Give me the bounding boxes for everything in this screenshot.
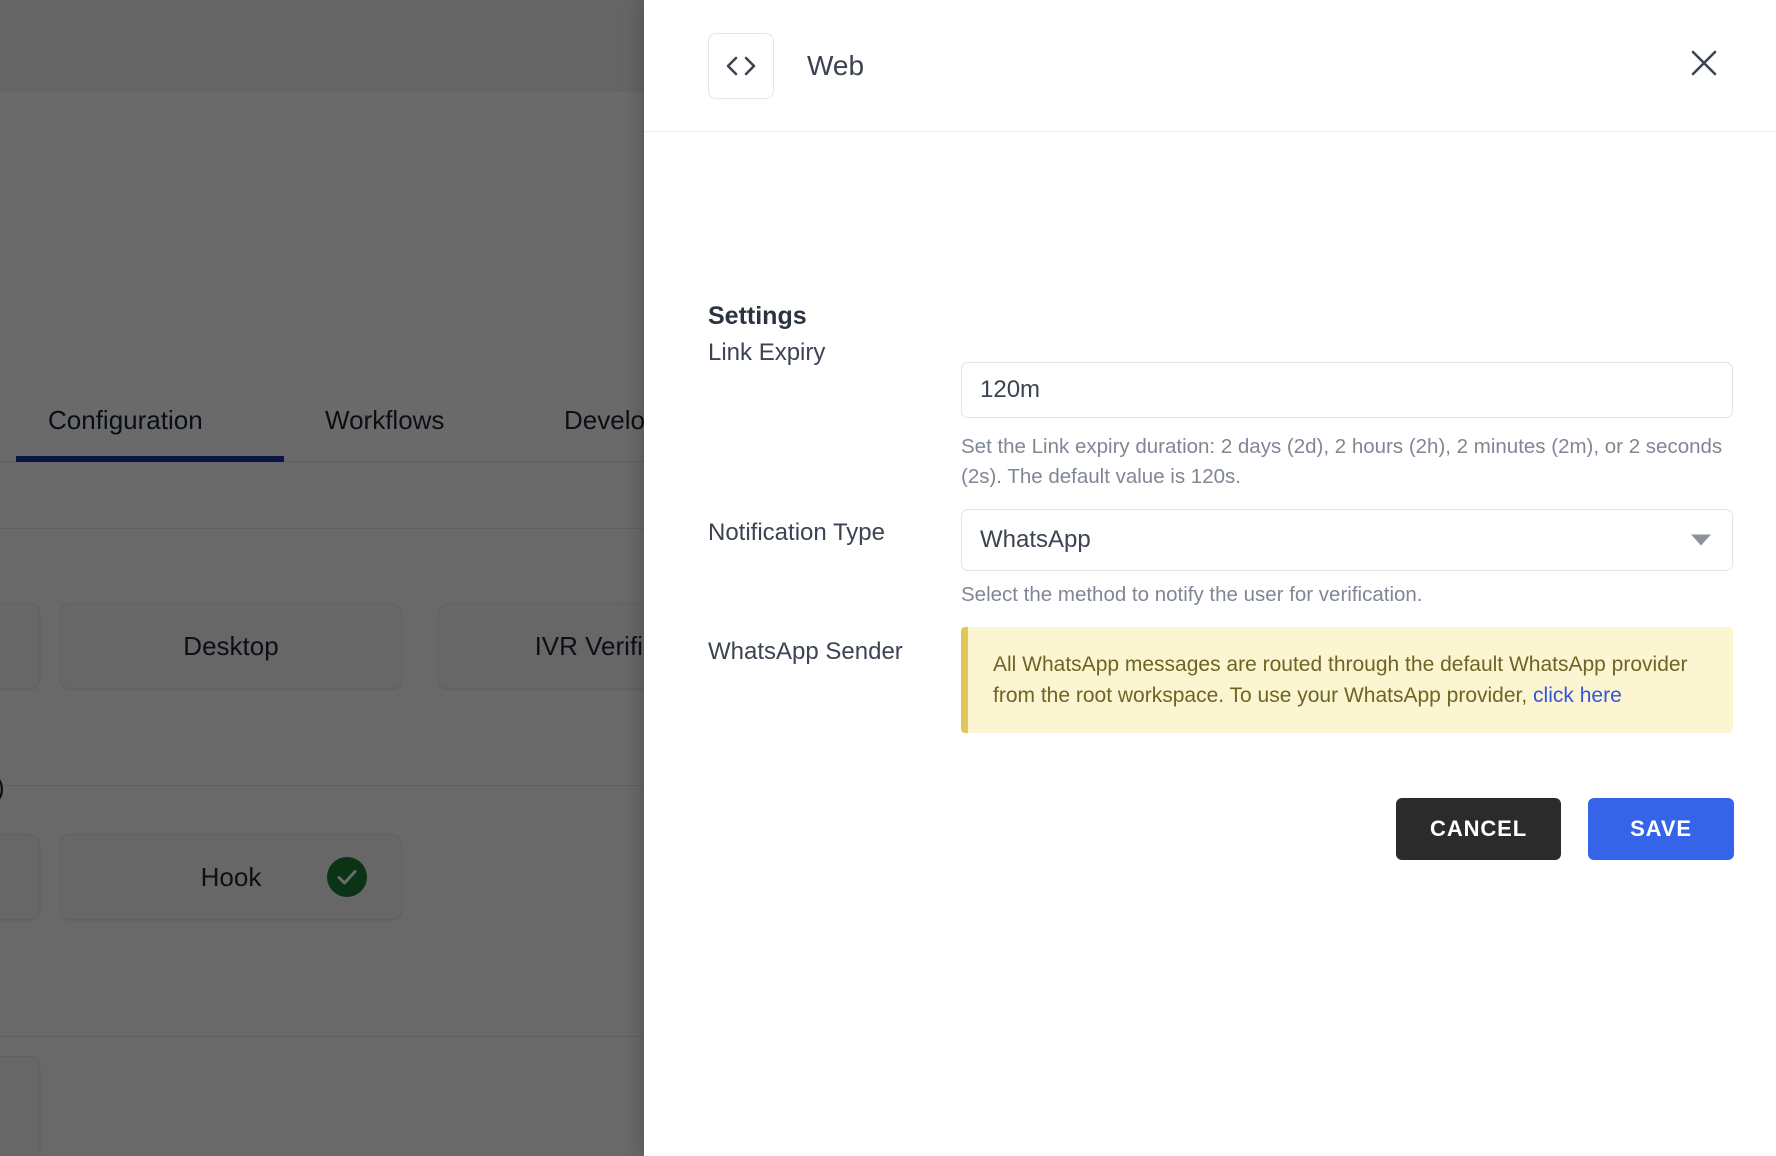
card-desktop[interactable]: Desktop bbox=[60, 603, 402, 689]
drawer-action-bar: CANCEL SAVE bbox=[1396, 798, 1734, 860]
alert-message: All WhatsApp messages are routed through… bbox=[993, 649, 1707, 711]
whatsapp-provider-alert: All WhatsApp messages are routed through… bbox=[961, 627, 1733, 733]
check-circle-icon bbox=[327, 857, 367, 897]
tab-configuration[interactable]: Configuration bbox=[48, 378, 203, 462]
settings-drawer: Web Settings Link Expiry Set the Link ex… bbox=[644, 0, 1776, 1156]
tab-developers[interactable]: Develo bbox=[564, 378, 645, 462]
drawer-header: Web bbox=[644, 0, 1776, 132]
close-icon[interactable] bbox=[1674, 33, 1734, 93]
link-expiry-input[interactable] bbox=[961, 362, 1733, 418]
save-button[interactable]: SAVE bbox=[1588, 798, 1734, 860]
notification-type-help-text: Select the method to notify the user for… bbox=[961, 583, 1423, 606]
click-here-link[interactable]: click here bbox=[1533, 684, 1622, 707]
code-brackets-icon bbox=[708, 33, 774, 99]
card-hook[interactable]: Hook bbox=[60, 834, 402, 920]
link-expiry-help-text: Set the Link expiry duration: 2 days (2d… bbox=[961, 435, 1723, 488]
drawer-title: Web bbox=[807, 50, 865, 81]
list-item[interactable] bbox=[0, 603, 40, 689]
tab-workflows[interactable]: Workflows bbox=[325, 378, 444, 462]
whatsapp-sender-label: WhatsApp Sender bbox=[708, 638, 903, 665]
clipped-text: ) bbox=[0, 772, 5, 803]
notification-type-control: WhatsApp bbox=[961, 509, 1733, 571]
list-item[interactable] bbox=[0, 1056, 40, 1156]
link-expiry-control bbox=[961, 362, 1733, 418]
notification-type-select[interactable]: WhatsApp bbox=[961, 509, 1733, 571]
settings-section-heading: Settings bbox=[708, 302, 807, 330]
card-label: Desktop bbox=[183, 630, 279, 661]
link-expiry-label: Link Expiry bbox=[708, 339, 826, 366]
list-item[interactable] bbox=[0, 834, 40, 920]
cancel-button[interactable]: CANCEL bbox=[1396, 798, 1562, 860]
active-tab-indicator bbox=[16, 456, 284, 462]
notification-type-label: Notification Type bbox=[708, 519, 885, 546]
notification-type-value: WhatsApp bbox=[980, 526, 1091, 553]
